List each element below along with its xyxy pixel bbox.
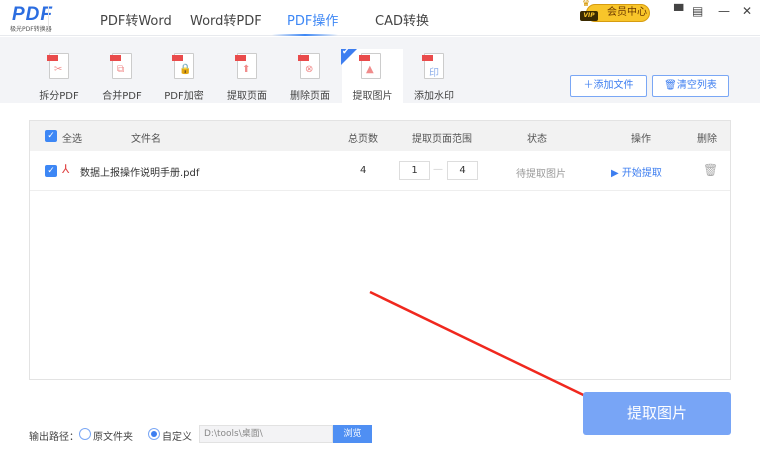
- radio-custom[interactable]: [148, 428, 160, 440]
- original-folder-label: 原文件夹: [93, 432, 133, 443]
- custom-label: 自定义: [162, 432, 192, 443]
- output-path-input[interactable]: D:\tools\桌面\: [199, 425, 333, 443]
- browse-button[interactable]: 浏览: [333, 425, 372, 443]
- radio-original-folder[interactable]: [79, 428, 91, 440]
- output-path-label: 输出路径：: [29, 432, 79, 443]
- extract-images-button[interactable]: 提取图片: [583, 392, 731, 435]
